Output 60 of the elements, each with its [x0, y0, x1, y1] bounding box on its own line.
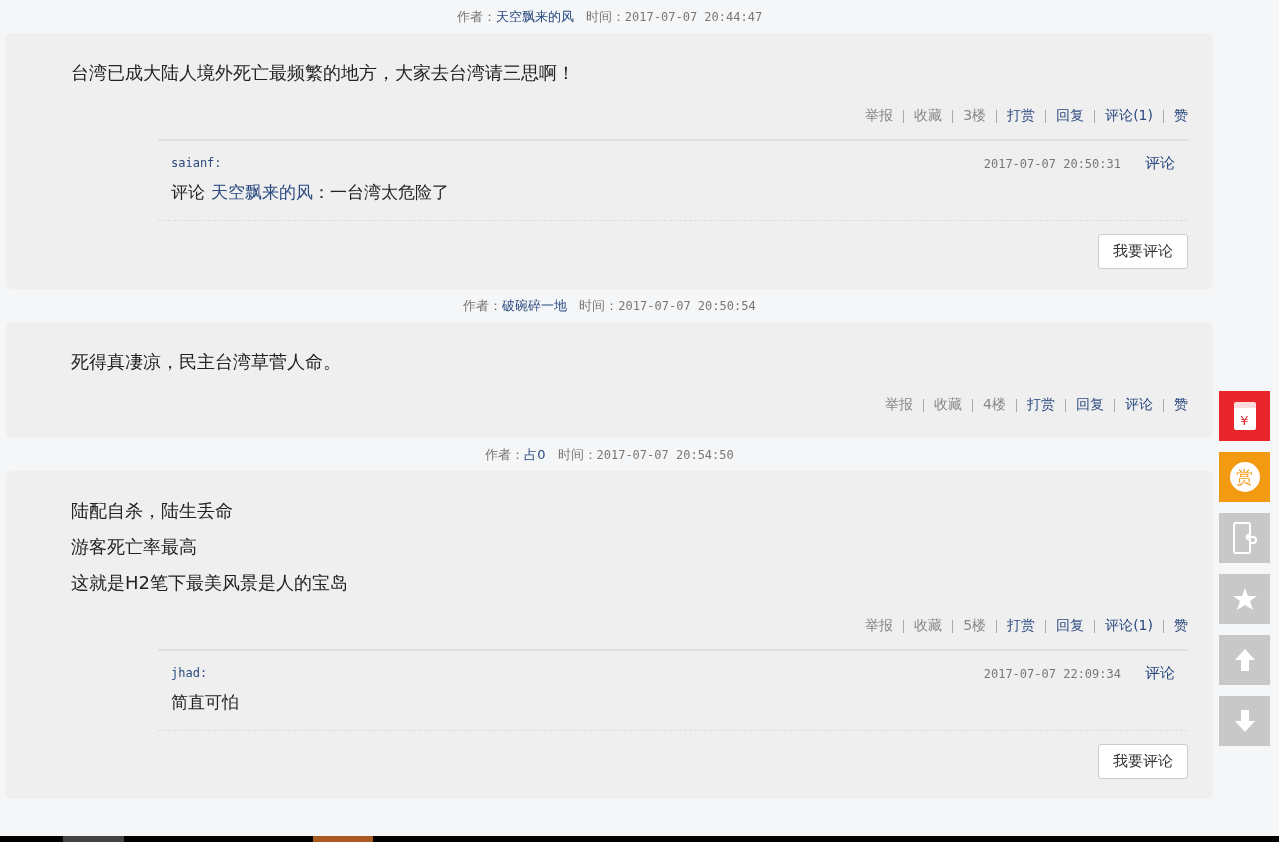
comment-user[interactable]: jhad:: [171, 666, 208, 680]
comment-text: 简直可怕: [171, 691, 240, 714]
action-link[interactable]: 评论(1): [1105, 107, 1153, 125]
comment-time: 2017-07-07 22:09:34: [983, 667, 1121, 681]
author-label: 作者：: [485, 445, 525, 464]
action-link[interactable]: 赞: [1174, 107, 1188, 125]
envelope-button[interactable]: ¥: [1219, 391, 1270, 441]
action-label: 5楼: [963, 617, 987, 635]
post-time: 2017-07-07 20:44:47: [624, 9, 763, 24]
mobile-button[interactable]: [1219, 513, 1270, 563]
reply-link[interactable]: 评论: [1145, 154, 1175, 172]
star-icon: [1232, 587, 1257, 611]
time-label: 时间：: [585, 7, 625, 26]
action-label: 3楼: [963, 107, 987, 125]
post-text: 陆配自杀，陆生丢命: [71, 499, 234, 523]
comment-user[interactable]: saianf:: [171, 156, 222, 170]
action-link[interactable]: 回复: [1056, 617, 1085, 635]
scroll-top-button[interactable]: [1219, 635, 1270, 685]
post-text: 死得真凄凉，民主台湾草菅人命。: [71, 350, 342, 374]
author-link[interactable]: 破碗碎一地: [502, 296, 568, 315]
time-label: 时间：: [557, 445, 597, 464]
time-label: 时间：: [579, 296, 619, 315]
action-link[interactable]: 回复: [1056, 107, 1085, 125]
envelope-icon: ¥: [1233, 402, 1256, 430]
arrow-down-icon: [1234, 710, 1255, 732]
author-label: 作者：: [456, 7, 496, 26]
arrow-up-icon: [1234, 649, 1255, 671]
post-text: 台湾已成大陆人境外死亡最频繁的地方，大家去台湾请三思啊！: [71, 61, 576, 85]
user-link[interactable]: 天空飘来的风: [211, 182, 313, 202]
action-link[interactable]: 打赏: [1007, 107, 1036, 125]
action-label: 收藏: [914, 617, 943, 635]
post-text: 游客死亡率最高: [71, 535, 198, 559]
reply-link[interactable]: 评论: [1145, 664, 1175, 682]
action-label: 收藏: [934, 396, 963, 414]
post-time: 2017-07-07 20:50:54: [618, 298, 756, 313]
action-label: 4楼: [983, 396, 1006, 414]
action-label: 举报: [865, 617, 894, 635]
scroll-bottom-button[interactable]: [1219, 696, 1270, 746]
reward-icon: 赏: [1229, 462, 1260, 492]
action-link[interactable]: 打赏: [1007, 617, 1036, 635]
author-link[interactable]: 天空飘来的风: [495, 7, 574, 26]
post-text: 这就是H2笔下最美风景是人的宝岛: [71, 571, 349, 595]
action-label: 举报: [865, 107, 894, 125]
comment-button[interactable]: 我要评论: [1098, 744, 1188, 779]
favorite-button[interactable]: [1219, 574, 1270, 624]
action-link[interactable]: 赞: [1174, 396, 1188, 414]
action-label: 举报: [885, 396, 914, 414]
comment-time: 2017-07-07 20:50:31: [983, 157, 1121, 171]
action-link[interactable]: 回复: [1076, 396, 1104, 414]
action-label: 收藏: [914, 107, 943, 125]
comment-text: 评论 天空飘来的风：一台湾太危险了: [171, 181, 450, 204]
phone-icon: [1231, 522, 1258, 554]
action-link[interactable]: 赞: [1174, 617, 1188, 635]
action-link[interactable]: 评论(1): [1105, 617, 1153, 635]
author-link[interactable]: 占0: [524, 445, 546, 464]
action-link[interactable]: 打赏: [1027, 396, 1055, 414]
post-time: 2017-07-07 20:54:50: [596, 447, 734, 462]
action-link[interactable]: 评论: [1125, 396, 1153, 414]
author-label: 作者：: [463, 296, 503, 315]
comment-button[interactable]: 我要评论: [1098, 234, 1188, 269]
